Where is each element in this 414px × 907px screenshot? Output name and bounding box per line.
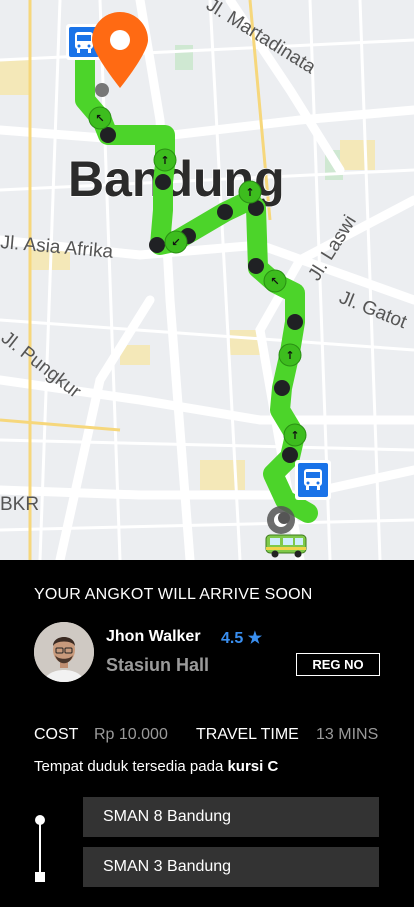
origin-stop-field[interactable]: SMAN 8 Bandung (83, 797, 379, 837)
route-connector-line (39, 823, 41, 873)
map-canvas[interactable]: Jl. Martadinata Jl. Asia Afrika Jl. Lasw… (0, 0, 414, 560)
pickup-station: Stasiun Hall (106, 655, 210, 675)
driver-avatar (34, 622, 94, 682)
cost-value: Rp 10.000 (94, 726, 168, 743)
bus-stop-icon-end[interactable] (295, 460, 331, 500)
svg-text:↖: ↖ (270, 275, 279, 288)
travel-time-value: 13 MINS (316, 726, 379, 743)
svg-text:↑: ↑ (290, 429, 299, 442)
cost-label: COST (34, 726, 79, 743)
svg-text:↙: ↙ (171, 236, 180, 249)
street-label-bkr: BKR (0, 494, 39, 515)
seat-info-text: Tempat duduk tersedia pada (34, 758, 228, 775)
svg-text:↑: ↑ (160, 154, 169, 167)
route-end-square (35, 872, 45, 882)
svg-text:↑: ↑ (245, 186, 254, 199)
travel-time-label: TRAVEL TIME (196, 726, 299, 743)
seat-info: Tempat duduk tersedia pada kursi C (34, 758, 278, 775)
svg-text:↑: ↑ (285, 349, 294, 362)
driver-name: Jhon Walker (106, 628, 201, 645)
driver-rating: 4.5 ★ (221, 630, 263, 647)
reg-no-button[interactable]: REG NO (296, 653, 380, 676)
current-location-icon (267, 506, 295, 534)
arrival-banner: YOUR ANGKOT WILL ARRIVE SOON (34, 586, 313, 603)
map-view[interactable]: Jl. Martadinata Jl. Asia Afrika Jl. Lasw… (0, 0, 414, 560)
trip-sheet: YOUR ANGKOT WILL ARRIVE SOON Jhon Walker… (0, 560, 414, 907)
destination-stop-field[interactable]: SMAN 3 Bandung (83, 847, 379, 887)
seat-number: kursi C (227, 758, 279, 775)
svg-text:↖: ↖ (95, 112, 104, 125)
